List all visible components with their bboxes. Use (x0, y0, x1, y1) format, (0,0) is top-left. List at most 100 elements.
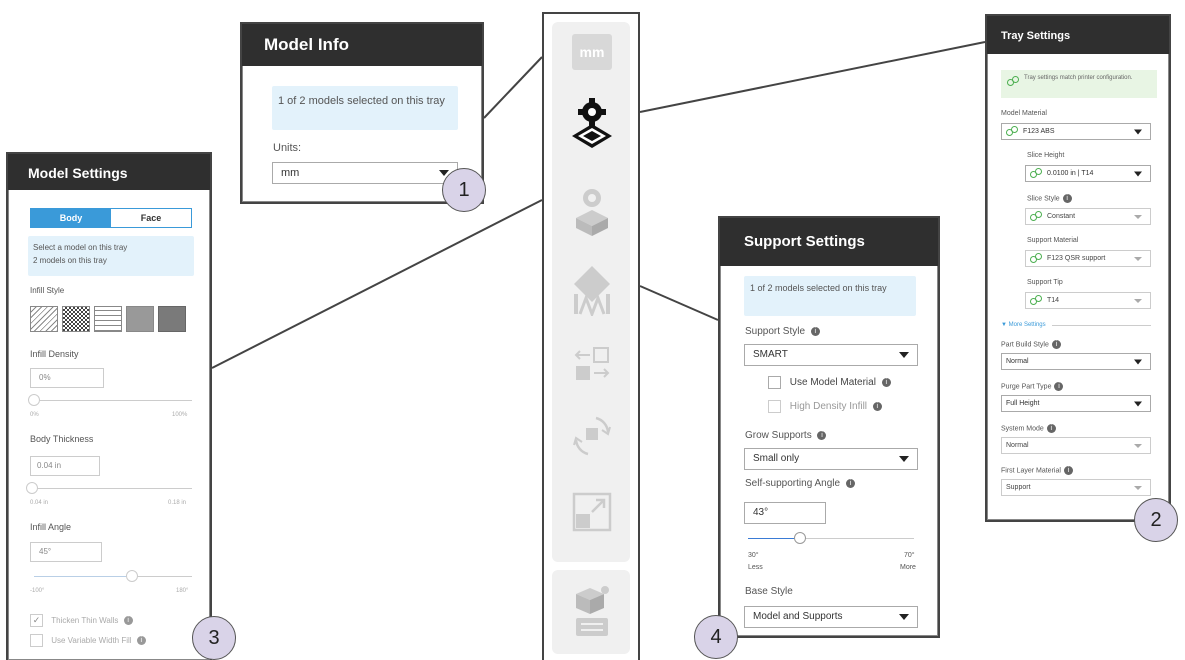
tab-body[interactable]: Body (31, 209, 111, 227)
first-layer-select[interactable]: Support (1001, 479, 1151, 496)
high-density-checkbox[interactable] (768, 400, 781, 413)
angle-max: 180° (176, 588, 189, 594)
grow-supports-label-text: Grow Supports (745, 430, 812, 441)
thickness-max: 0.18 in (168, 500, 187, 506)
align-icon[interactable] (572, 344, 612, 384)
callout-badge-1: 1 (442, 168, 486, 212)
slice-height-value: 0.0100 in | T14 (1047, 170, 1094, 177)
base-style-value: Model and Supports (753, 611, 843, 622)
info-icon: i (1054, 382, 1064, 391)
grow-supports-label: Grow Supports i (745, 430, 827, 441)
tray-settings-icon[interactable] (568, 96, 616, 152)
info-icon: i (872, 402, 882, 411)
base-style-select[interactable]: Model and Supports (744, 606, 918, 628)
infill-grid-swatch[interactable] (94, 306, 122, 332)
support-settings-title: Support Settings (720, 218, 938, 266)
support-material-label: Support Material (1027, 237, 1079, 244)
infill-density-input[interactable]: 0% (30, 368, 104, 388)
infill-solid-dark-swatch[interactable] (158, 306, 186, 332)
self-angle-slider-knob[interactable] (794, 532, 806, 544)
variable-width-label: Use Variable Width Fill (51, 635, 132, 645)
more-settings-label: ▼ More Settings (1001, 322, 1046, 328)
callout-badge-4: 4 (694, 615, 738, 659)
chevron-down-icon (899, 614, 909, 620)
base-style-label: Base Style (745, 586, 793, 597)
support-tip-label: Support Tip (1027, 279, 1063, 286)
self-angle-label-text: Self-supporting Angle (745, 478, 841, 489)
support-material-select[interactable]: F123 QSR support (1025, 250, 1151, 267)
model-material-select[interactable]: F123 ABS (1001, 123, 1151, 140)
tray-settings-title: Tray Settings (987, 16, 1169, 54)
variable-width-checkbox[interactable] (30, 634, 43, 647)
body-thickness-input[interactable]: 0.04 in (30, 456, 100, 476)
angle-slider-fill (34, 576, 132, 577)
use-model-material-label: Use Model Material (789, 377, 876, 389)
infill-angle-input[interactable]: 45° (30, 542, 102, 562)
self-angle-min: 30° (748, 552, 759, 559)
high-density-row[interactable]: High Density Infill i (768, 400, 882, 413)
model-info-selected: 1 of 2 models selected on this tray (272, 86, 458, 130)
tray-match-box: Tray settings match printer configuratio… (1001, 70, 1157, 98)
tab-face[interactable]: Face (111, 209, 191, 227)
purge-part-type-select[interactable]: Full Height (1001, 395, 1151, 412)
more-settings-toggle[interactable]: ▼ More Settings (1001, 322, 1151, 328)
chevron-down-icon (1134, 401, 1142, 406)
infill-solid-light-swatch[interactable] (126, 306, 154, 332)
link-icon (1007, 76, 1019, 86)
support-settings-icon[interactable] (568, 264, 616, 319)
model-material-value: F123 ABS (1023, 128, 1055, 135)
units-select[interactable]: mm (272, 162, 458, 184)
callout-badge-2: 2 (1134, 498, 1178, 542)
thicken-walls-row[interactable]: ✓ Thicken Thin Walls i (30, 614, 133, 627)
support-style-select[interactable]: SMART (744, 344, 918, 366)
high-density-label: High Density Infill (789, 401, 868, 413)
infill-hatch-swatch[interactable] (30, 306, 58, 332)
rotate-icon[interactable] (572, 414, 612, 458)
use-model-material-checkbox[interactable] (768, 376, 781, 389)
slice-style-label-text: Slice Style (1027, 195, 1060, 203)
chevron-down-icon (1134, 171, 1142, 176)
thickness-slider-knob[interactable] (26, 482, 38, 494)
density-slider-track[interactable] (36, 400, 192, 401)
angle-slider-knob[interactable] (126, 570, 138, 582)
model-settings-icon[interactable] (572, 184, 612, 236)
support-tip-value: T14 (1047, 297, 1060, 304)
scale-icon[interactable] (570, 490, 614, 534)
self-angle-max: 70° (904, 552, 915, 559)
self-angle-input[interactable]: 43° (744, 502, 826, 524)
support-tip-select[interactable]: T14 (1025, 292, 1151, 309)
system-mode-label: System Mode i (1001, 424, 1056, 433)
slice-height-select[interactable]: 0.0100 in | T14 (1025, 165, 1151, 182)
grow-supports-select[interactable]: Small only (744, 448, 918, 470)
system-mode-select[interactable]: Normal (1001, 437, 1151, 454)
thicken-checkbox[interactable]: ✓ (30, 614, 43, 627)
report-icon[interactable] (572, 584, 612, 640)
slice-height-label: Slice Height (1027, 152, 1065, 159)
tray-match-text: Tray settings match printer configuratio… (1024, 75, 1133, 81)
infill-density-label: Infill Density (30, 349, 79, 359)
link-icon (1006, 126, 1018, 137)
info-icon: i (1062, 194, 1072, 203)
tray-settings-panel: Tray Settings Tray settings match printe… (985, 14, 1171, 522)
chevron-down-icon (1134, 256, 1142, 261)
infill-checker-swatch[interactable] (62, 306, 90, 332)
thickness-min: 0.04 in (30, 500, 49, 506)
slice-style-label: Slice Style i (1027, 194, 1072, 203)
use-model-material-row[interactable]: Use Model Material i (768, 376, 891, 389)
slice-style-select[interactable]: Constant (1025, 208, 1151, 225)
units-select-value: mm (281, 167, 300, 179)
variable-width-row[interactable]: Use Variable Width Fill i (30, 634, 146, 647)
chevron-down-icon (1134, 129, 1142, 134)
part-build-style-select[interactable]: Normal (1001, 353, 1151, 370)
info-line-2: 2 models on this tray (33, 256, 107, 265)
info-icon: i (817, 430, 827, 440)
support-style-label: Support Style i (745, 326, 820, 337)
density-slider-knob[interactable] (28, 394, 40, 406)
self-angle-more: More (900, 564, 916, 571)
self-angle-less: Less (748, 564, 763, 571)
units-mm-icon[interactable]: mm (572, 34, 612, 70)
link-icon (1030, 211, 1042, 222)
chevron-down-icon (1134, 485, 1142, 490)
purge-part-type-value: Full Height (1006, 400, 1040, 407)
thickness-slider-track[interactable] (34, 488, 192, 489)
